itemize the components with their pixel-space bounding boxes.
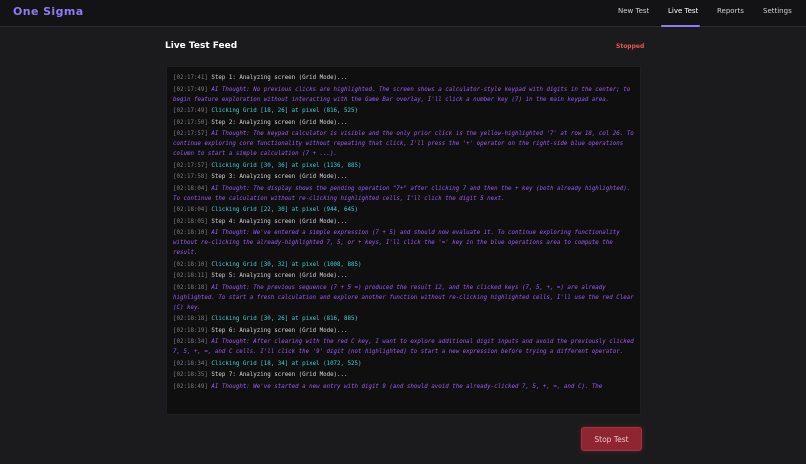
app-logo[interactable]: One Sigma <box>13 5 84 18</box>
log-step-text: Step 7: Analyzing screen (Grid Mode)... <box>211 372 348 378</box>
log-timestamp: [02:18:04] <box>173 207 208 213</box>
log-line: [02:18:11] Step 5: Analyzing screen (Gri… <box>173 271 634 281</box>
log-timestamp: [02:18:35] <box>173 372 208 378</box>
log-thought-text: AI Thought: The display shows the pendin… <box>173 185 631 202</box>
log-line: [02:18:19] Step 6: Analyzing screen (Gri… <box>173 326 634 336</box>
log-timestamp: [02:18:10] <box>173 230 208 236</box>
log-timestamp: [02:18:49] <box>173 383 208 390</box>
log-timestamp: [02:18:34] <box>173 339 208 345</box>
log-step-text: Step 3: Analyzing screen (Grid Mode)... <box>211 174 348 180</box>
log-timestamp: [02:18:10] <box>173 261 208 268</box>
log-thought-text: AI Thought: No previous clicks are highl… <box>173 86 631 103</box>
log-line: [02:17:49] AI Thought: No previous click… <box>173 85 634 105</box>
log-step-text: Step 4: Analyzing screen (Grid Mode)... <box>211 218 348 225</box>
log-timestamp: [02:18:34] <box>173 360 208 367</box>
log-timestamp: [02:17:50] <box>173 119 208 126</box>
log-step-text: Step 5: Analyzing screen (Grid Mode)... <box>211 273 348 279</box>
log-line: [02:18:10] AI Thought: We've entered a s… <box>173 228 634 258</box>
log-line: [02:18:49] AI Thought: We've started a n… <box>173 382 634 392</box>
log-line: [02:17:50] Step 2: Analyzing screen (Gri… <box>173 118 634 128</box>
log-click-text: Clicking Grid [30, 26] at pixel (816, 88… <box>211 316 358 322</box>
top-navbar: One Sigma New Test Live Test Reports Set… <box>0 0 806 27</box>
nav-reports[interactable]: Reports <box>717 7 744 15</box>
log-timestamp: [02:18:18] <box>173 284 208 291</box>
log-line: [02:18:18] AI Thought: The previous sequ… <box>173 283 634 313</box>
log-click-text: Clicking Grid [18, 26] at pixel (816, 52… <box>211 108 358 114</box>
log-line: [02:18:34] Clicking Grid [18, 34] at pix… <box>173 359 634 369</box>
log-timestamp: [02:18:18] <box>173 316 208 322</box>
log-thought-text: AI Thought: We've entered a simple expre… <box>173 230 620 256</box>
log-timestamp: [02:17:58] <box>173 174 208 180</box>
log-line: [02:18:10] Clicking Grid [30, 32] at pix… <box>173 260 634 270</box>
log-line: [02:18:18] Clicking Grid [30, 26] at pix… <box>173 314 634 324</box>
log-line: [02:17:57] Clicking Grid [30, 36] at pix… <box>173 161 634 171</box>
nav-settings[interactable]: Settings <box>763 7 792 15</box>
page-title: Live Test Feed <box>165 41 238 51</box>
log-thought-text: AI Thought: The previous sequence (7 + 5… <box>173 284 634 311</box>
log-timestamp: [02:18:19] <box>173 327 208 334</box>
log-line: [02:18:34] AI Thought: After clearing wi… <box>173 337 634 357</box>
log-line: [02:17:57] AI Thought: The keypad calcul… <box>173 129 634 159</box>
log-line: [02:18:04] AI Thought: The display shows… <box>173 184 634 204</box>
log-timestamp: [02:18:11] <box>173 273 208 279</box>
log-line: [02:18:04] Clicking Grid [22, 30] at pix… <box>173 205 634 215</box>
log-timestamp: [02:18:05] <box>173 218 208 225</box>
log-click-text: Clicking Grid [30, 36] at pixel (1136, 8… <box>211 162 362 169</box>
log-thought-text: AI Thought: After clearing with the red … <box>173 339 634 355</box>
log-timestamp: [02:17:49] <box>173 86 208 93</box>
log-step-text: Step 6: Analyzing screen (Grid Mode)... <box>211 327 348 334</box>
status-badge: Stopped <box>616 43 645 50</box>
log-timestamp: [02:17:57] <box>173 162 208 169</box>
log-timestamp: [02:18:04] <box>173 185 208 192</box>
log-line: [02:17:41] Step 1: Analyzing screen (Gri… <box>173 73 634 83</box>
nav-new-test[interactable]: New Test <box>618 7 649 15</box>
log-list: [02:17:41] Step 1: Analyzing screen (Gri… <box>167 67 640 392</box>
log-click-text: Clicking Grid [22, 30] at pixel (944, 64… <box>211 207 358 213</box>
live-feed-log[interactable]: [02:17:41] Step 1: Analyzing screen (Gri… <box>166 66 641 415</box>
log-timestamp: [02:17:49] <box>173 108 208 114</box>
active-tab-indicator <box>661 25 700 27</box>
log-click-text: Clicking Grid [30, 32] at pixel (1008, 8… <box>211 261 362 268</box>
stop-test-button[interactable]: Stop Test <box>581 427 642 451</box>
nav-live-test[interactable]: Live Test <box>668 7 698 15</box>
log-line: [02:17:58] Step 3: Analyzing screen (Gri… <box>173 172 634 182</box>
log-timestamp: [02:17:41] <box>173 75 208 81</box>
log-line: [02:17:49] Clicking Grid [18, 26] at pix… <box>173 106 634 116</box>
log-line: [02:18:35] Step 7: Analyzing screen (Gri… <box>173 370 634 380</box>
log-step-text: Step 2: Analyzing screen (Grid Mode)... <box>211 119 348 126</box>
log-timestamp: [02:17:57] <box>173 131 208 137</box>
log-step-text: Step 1: Analyzing screen (Grid Mode)... <box>211 75 348 81</box>
log-line: [02:18:05] Step 4: Analyzing screen (Gri… <box>173 217 634 227</box>
log-click-text: Clicking Grid [18, 34] at pixel (1072, 5… <box>211 360 362 367</box>
log-thought-text: AI Thought: We've started a new entry wi… <box>211 383 603 390</box>
log-thought-text: AI Thought: The keypad calculator is vis… <box>173 131 634 157</box>
